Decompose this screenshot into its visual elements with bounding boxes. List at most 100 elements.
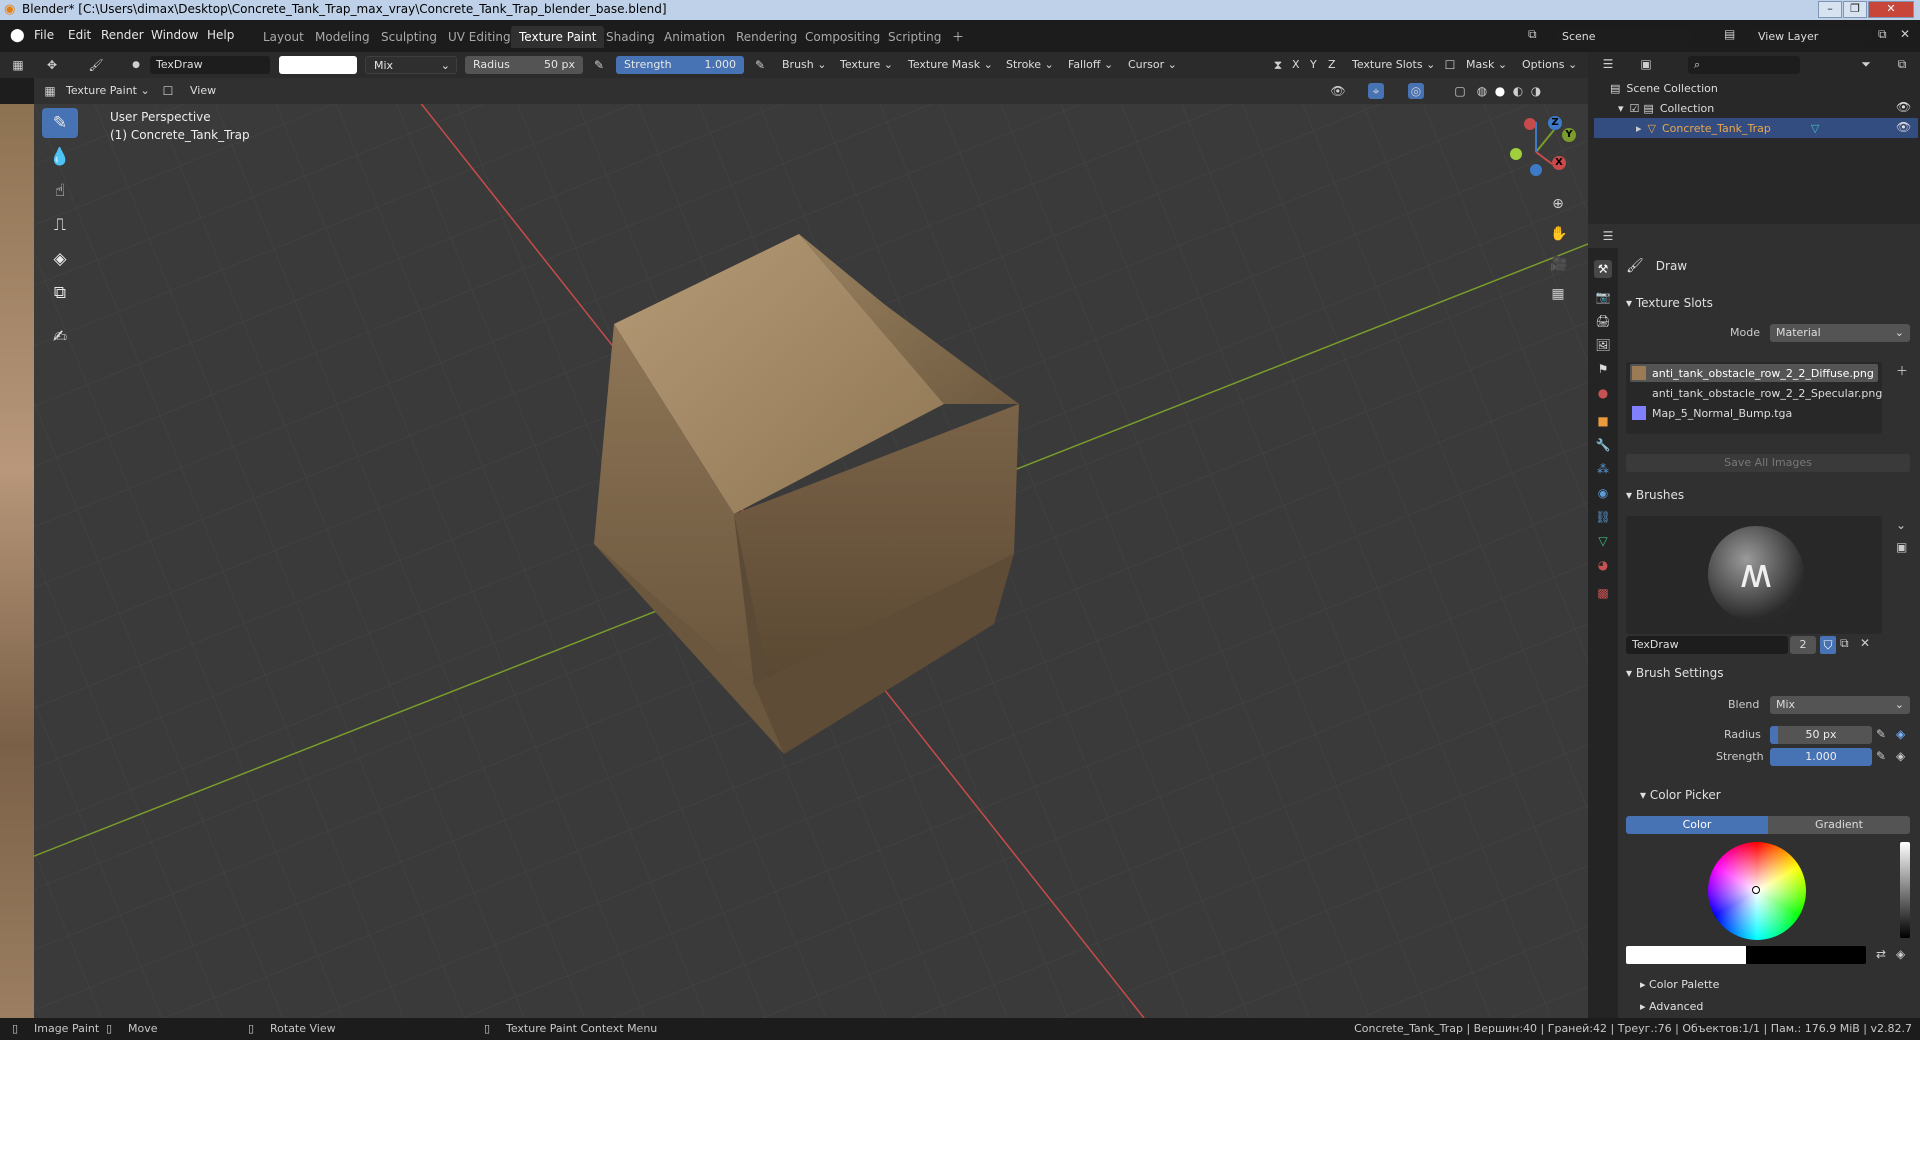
menu-edit[interactable]: Edit [68,28,91,42]
scene-tab-icon[interactable]: ⚑ [1594,360,1612,378]
collection-eye-icon[interactable]: 👁 [1896,100,1911,114]
add-view-layer-icon[interactable]: ⧉ [1878,27,1887,42]
filter-icon[interactable]: ⏷ [1858,56,1874,72]
color-swatches[interactable] [1626,946,1866,964]
strength-slider-panel[interactable]: 1.000 [1770,748,1872,766]
3d-viewport[interactable]: User Perspective (1) Concrete_Tank_Trap … [34,104,1588,1018]
duplicate-brush-icon[interactable]: ⧉ [1840,636,1849,651]
overlay-toggle-icon[interactable]: ◎ [1408,83,1424,99]
texture-slot-item[interactable]: Map_5_Normal_Bump.tga [1630,404,1878,422]
new-collection-icon[interactable]: ⧉ [1894,56,1910,72]
tab-sculpting[interactable]: Sculpting [373,26,445,48]
brush-settings-panel-header[interactable]: ▾ Brush Settings [1626,666,1910,686]
close-button[interactable]: ✕ [1868,1,1914,18]
outliner-editor-icon[interactable]: ☰ [1600,56,1616,72]
tab-shading[interactable]: Shading [598,26,663,48]
menu-render[interactable]: Render [101,28,144,42]
xray-icon[interactable]: ▢ [1452,83,1468,99]
outliner-scene-collection[interactable]: ▤ Scene Collection [1610,78,1718,98]
shading-material-icon[interactable]: ◐ [1510,83,1526,99]
particles-tab-icon[interactable]: ⁂ [1594,460,1612,478]
mode-dropdown[interactable]: Texture Paint ⌄ [66,82,150,100]
visibility-icon[interactable]: 👁 [1330,83,1346,99]
outliner-collection[interactable]: ▾ ☑ ▤ Collection [1618,98,1714,118]
view-layer-icon[interactable]: ▤ [1724,27,1735,41]
texture-slots-popover[interactable]: Texture Slots ⌄ [1352,56,1435,74]
brush-list-chevron-icon[interactable]: ⌄ [1896,518,1906,532]
strength-pressure-icon[interactable]: ✎ [752,57,768,73]
shading-solid-icon[interactable]: ● [1492,83,1508,99]
pan-hand-icon[interactable]: ✋ [1550,226,1567,242]
world-tab-icon[interactable]: ● [1594,384,1612,402]
tab-animation[interactable]: Animation [656,26,733,48]
mask-tool-icon[interactable]: ⧉ [42,278,78,308]
menu-cursor[interactable]: Cursor ⌄ [1128,56,1177,74]
tool-tab-icon[interactable]: ⚒ [1594,260,1612,278]
menu-stroke[interactable]: Stroke ⌄ [1006,56,1054,74]
view-layer-field[interactable]: View Layer [1752,28,1872,46]
swap-colors-icon[interactable]: ⇄ [1876,947,1886,961]
brush-icon[interactable]: 🖌 [88,57,104,73]
shading-rendered-icon[interactable]: ◑ [1528,83,1544,99]
remove-view-layer-icon[interactable]: ✕ [1900,27,1910,41]
axis-z-toggle[interactable]: Z [1328,56,1336,74]
add-workspace-icon[interactable]: ＋ [944,26,972,48]
radius-slider[interactable]: Radius 50 px [465,56,583,74]
zoom-icon[interactable]: ⊕ [1550,196,1566,212]
tab-texture-paint[interactable]: Texture Paint [511,26,605,48]
add-slot-icon[interactable]: ＋ [1896,362,1908,379]
radius-unified-icon[interactable]: ◈ [1896,727,1905,741]
tab-scripting[interactable]: Scripting [880,26,949,48]
tab-rendering[interactable]: Rendering [728,26,805,48]
display-mode-icon[interactable]: ▣ [1638,56,1654,72]
scene-icon[interactable]: ⧉ [1528,27,1548,42]
axis-x-toggle[interactable]: X [1292,56,1300,74]
strength-slider[interactable]: Strength 1.000 [616,56,744,74]
menu-texture-mask[interactable]: Texture Mask ⌄ [908,56,993,74]
symmetry-icon[interactable]: ⧗ [1270,57,1286,73]
ortho-grid-icon[interactable]: ▦ [1550,286,1566,302]
options-popover[interactable]: Options ⌄ [1522,56,1577,74]
mode-icon[interactable]: ✥ [44,57,60,73]
brush-image-icon[interactable]: ▣ [1896,540,1907,554]
output-tab-icon[interactable]: 🖨 [1594,312,1612,330]
brushes-panel-header[interactable]: ▾ Brushes [1626,488,1910,508]
texture-tab-icon[interactable]: ▩ [1594,584,1612,602]
mask-checkbox[interactable]: ☐ [1442,57,1458,73]
mask-popover[interactable]: Mask ⌄ [1466,56,1507,74]
tab-uv-editing[interactable]: UV Editing [440,26,519,48]
texture-slots-panel-header[interactable]: ▾ Texture Slots [1626,296,1910,316]
blender-menu-icon[interactable]: ⬤ [10,28,25,43]
menu-window[interactable]: Window [151,28,198,42]
object-eye-icon[interactable]: 👁 [1896,120,1911,134]
smear-tool-icon[interactable]: ☝ [42,176,78,206]
minimize-button[interactable]: – [1818,1,1842,18]
gizmo-y[interactable]: Y [1562,128,1576,142]
color-picker-subpanel-header[interactable]: ▾ Color Picker [1640,788,1920,808]
tab-compositing[interactable]: Compositing [797,26,888,48]
gizmo-z[interactable]: Z [1548,116,1562,130]
strength-pressure-icon[interactable]: ✎ [1876,749,1886,763]
texture-slot-item[interactable]: anti_tank_obstacle_row_2_2_Specular.png [1630,384,1882,402]
menu-brush[interactable]: Brush ⌄ [782,56,826,74]
material-tab-icon[interactable]: ◕ [1594,556,1612,574]
clone-tool-icon[interactable]: ⎍ [42,210,78,240]
color-wheel-cursor[interactable] [1752,886,1760,894]
color-mode-tab[interactable]: Color [1626,816,1768,834]
expand-arrow-icon[interactable]: ▾ [1618,102,1624,115]
strength-unified-icon[interactable]: ◈ [1896,749,1905,763]
blend-dropdown[interactable]: Mix ⌄ [365,56,457,74]
unlink-brush-icon[interactable]: ✕ [1860,636,1870,650]
constraints-tab-icon[interactable]: ⛓ [1594,508,1612,526]
physics-tab-icon[interactable]: ◉ [1594,484,1612,502]
gizmo-x[interactable]: X [1552,156,1566,170]
annotate-tool-icon[interactable]: ✍ [42,322,78,352]
save-all-images-button[interactable]: Save All Images [1626,454,1910,472]
tab-layout[interactable]: Layout [255,26,312,48]
outliner-object-row[interactable]: ▸ ▽ Concrete_Tank_Trap ▽ [1594,118,1918,138]
object-tab-icon[interactable]: ■ [1594,412,1612,430]
soften-tool-icon[interactable]: 💧 [42,142,78,172]
shading-wireframe-icon[interactable]: ◍ [1474,83,1490,99]
menu-falloff[interactable]: Falloff ⌄ [1068,56,1113,74]
value-slider[interactable] [1900,842,1910,938]
